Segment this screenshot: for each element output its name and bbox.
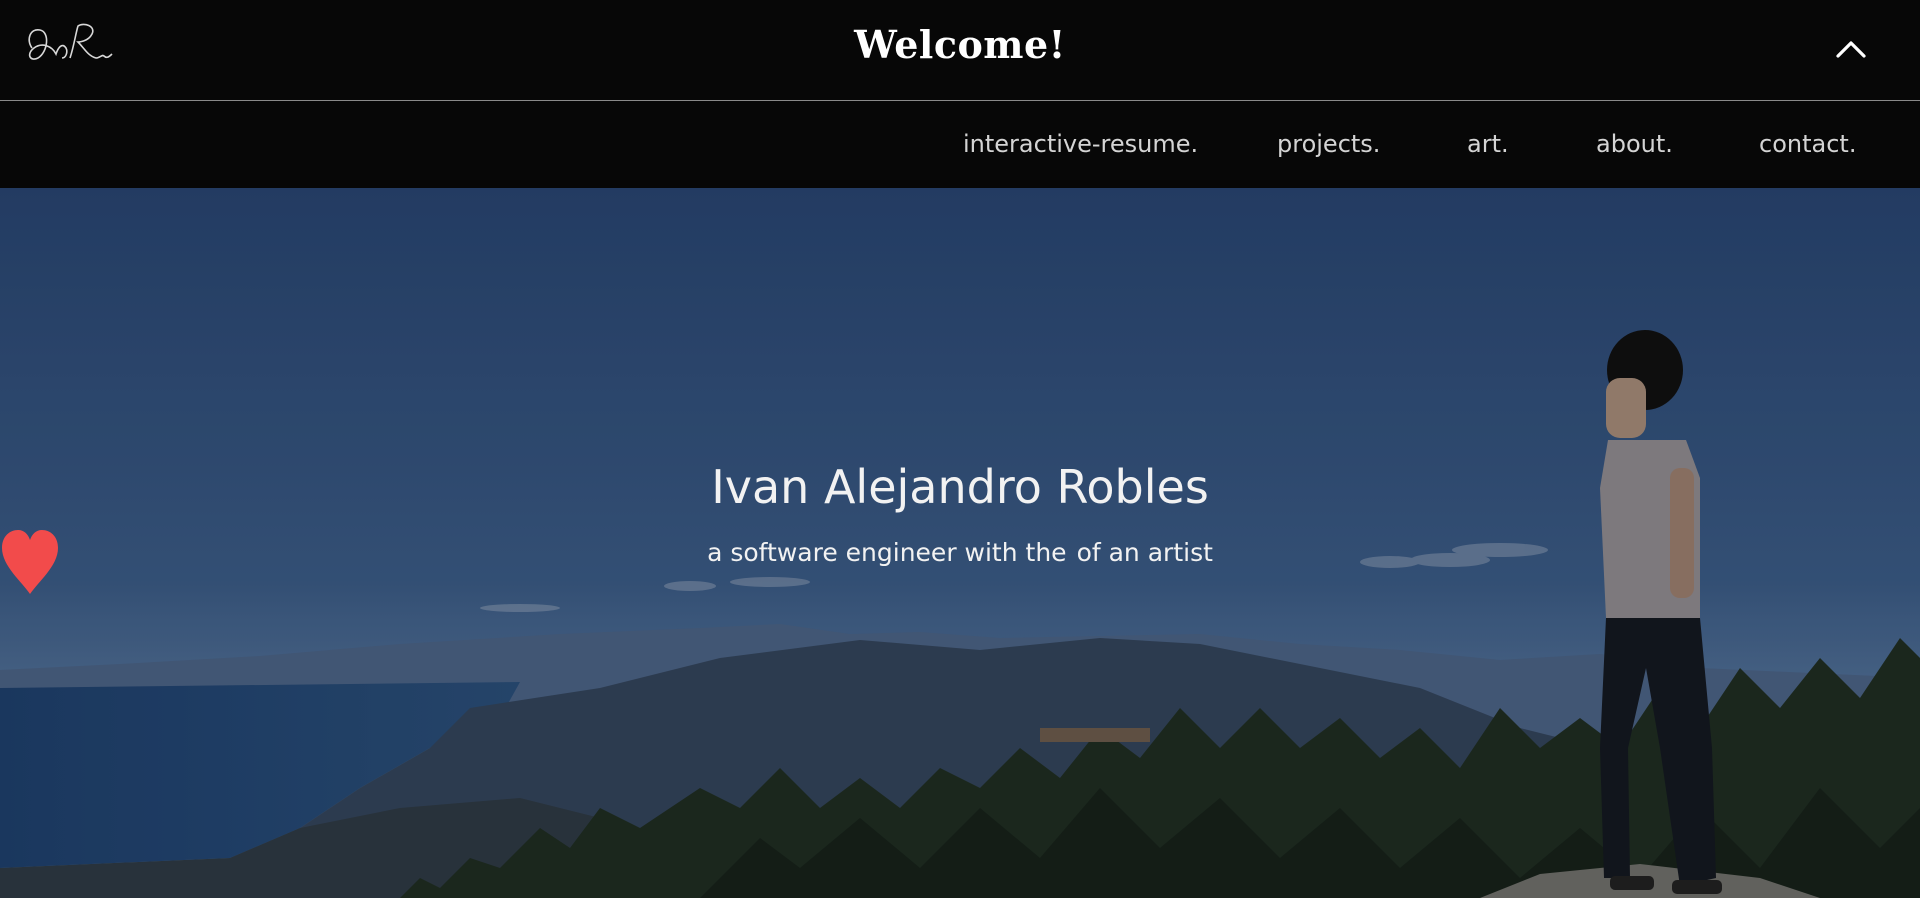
hero-tagline: a software engineer with the of an artis… — [0, 528, 1920, 594]
hero-section: Ivan Alejandro Robles a software enginee… — [0, 188, 1920, 898]
nav-item-contact[interactable]: contact. — [1759, 130, 1856, 158]
page-title: Welcome! — [854, 22, 1066, 67]
tagline-after-text: of an artist — [1076, 538, 1213, 567]
nav-item-projects[interactable]: projects. — [1277, 130, 1380, 158]
main-nav: interactive-resume. projects. art. about… — [0, 101, 1920, 188]
nav-item-interactive-resume[interactable]: interactive-resume. — [963, 130, 1198, 158]
top-bar: Welcome! — [0, 0, 1920, 101]
tagline-before-text: a software engineer with the — [707, 538, 1067, 567]
nav-item-art[interactable]: art. — [1467, 130, 1509, 158]
hero-name: Ivan Alejandro Robles — [711, 460, 1209, 514]
nav-item-about[interactable]: about. — [1596, 130, 1673, 158]
heart-icon — [2, 530, 58, 594]
chevron-up-icon[interactable] — [1832, 34, 1870, 64]
